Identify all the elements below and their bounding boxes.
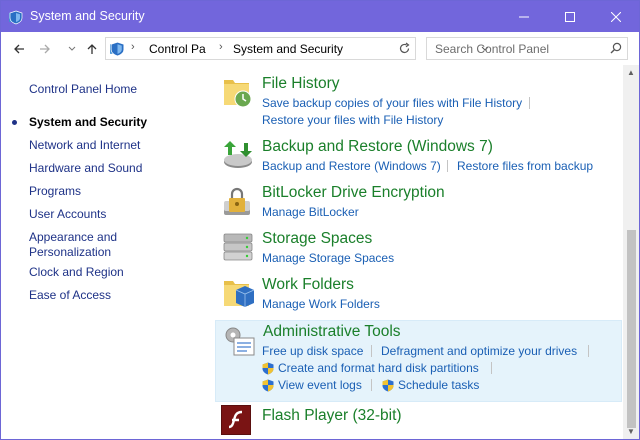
group-administrative-tools: Administrative Tools Free up disk space … bbox=[215, 320, 622, 402]
work-folders-icon bbox=[224, 281, 255, 307]
restore-files-link[interactable]: Restore your files with File History bbox=[262, 113, 443, 127]
nav-programs[interactable]: Programs bbox=[29, 184, 81, 199]
flash-player-icon bbox=[221, 405, 251, 435]
title-bar[interactable]: System and Security bbox=[1, 1, 639, 32]
nav-appearance-line2[interactable]: Personalization bbox=[29, 245, 111, 260]
maximize-button[interactable] bbox=[547, 1, 593, 32]
back-arrow-icon bbox=[14, 44, 24, 54]
left-navigation: Control Panel Home System and Security N… bbox=[1, 65, 211, 439]
administrative-tools-title[interactable]: Administrative Tools bbox=[263, 323, 401, 341]
refresh-icon[interactable] bbox=[398, 42, 411, 55]
search-input[interactable]: Search Control Panel bbox=[426, 37, 628, 60]
search-placeholder: Search Control Panel bbox=[435, 42, 550, 56]
up-button[interactable] bbox=[83, 40, 101, 58]
bitlocker-icon bbox=[224, 187, 250, 215]
control-panel-window: System and Security › Control Pa › Syste… bbox=[0, 0, 640, 440]
nav-system-and-security: System and Security bbox=[29, 115, 148, 129]
active-bullet-icon bbox=[12, 120, 17, 125]
recent-locations-button[interactable] bbox=[63, 40, 81, 58]
file-history-icon bbox=[224, 80, 252, 108]
nav-appearance-line1[interactable]: Appearance and bbox=[29, 230, 117, 245]
minimize-button[interactable] bbox=[501, 1, 547, 32]
file-history-title[interactable]: File History bbox=[262, 75, 340, 93]
nav-clock-and-region[interactable]: Clock and Region bbox=[29, 265, 124, 280]
storage-spaces-icon bbox=[223, 233, 253, 261]
back-button[interactable] bbox=[10, 40, 28, 58]
link-divider bbox=[371, 379, 372, 391]
storage-spaces-title[interactable]: Storage Spaces bbox=[262, 230, 372, 248]
breadcrumb-separator-icon[interactable]: › bbox=[131, 41, 135, 53]
breadcrumb-control-panel[interactable]: Control Pa bbox=[149, 42, 206, 56]
window-title: System and Security bbox=[30, 9, 145, 23]
defragment-drives-link[interactable]: Defragment and optimize your drives bbox=[381, 344, 577, 358]
link-divider bbox=[491, 362, 492, 374]
backup-restore-icon bbox=[224, 141, 252, 168]
main-content: File History Save backup copies of your … bbox=[211, 65, 624, 439]
uac-shield-icon bbox=[262, 362, 274, 375]
forward-button[interactable] bbox=[36, 40, 54, 58]
create-format-partitions-link[interactable]: Create and format hard disk partitions bbox=[278, 361, 479, 375]
manage-storage-spaces-link[interactable]: Manage Storage Spaces bbox=[262, 251, 394, 265]
link-divider bbox=[529, 97, 530, 109]
nav-control-panel-home[interactable]: Control Panel Home bbox=[29, 82, 137, 97]
backup-restore-title[interactable]: Backup and Restore (Windows 7) bbox=[262, 138, 493, 156]
group-storage-spaces: Storage Spaces Manage Storage Spaces bbox=[215, 227, 622, 271]
scroll-up-icon[interactable]: ▲ bbox=[627, 68, 635, 77]
forward-arrow-icon bbox=[40, 44, 50, 54]
address-bar[interactable]: › Control Pa › System and Security bbox=[105, 37, 489, 60]
group-backup-restore: Backup and Restore (Windows 7) Backup an… bbox=[215, 135, 622, 179]
backup-restore-link[interactable]: Backup and Restore (Windows 7) bbox=[262, 159, 441, 173]
link-divider bbox=[447, 160, 448, 172]
chevron-down-icon bbox=[68, 46, 76, 51]
group-file-history: File History Save backup copies of your … bbox=[215, 71, 622, 129]
uac-shield-icon bbox=[382, 379, 394, 392]
maximize-icon bbox=[565, 11, 575, 22]
breadcrumb-separator-icon[interactable]: › bbox=[219, 41, 223, 53]
link-divider bbox=[588, 345, 589, 357]
up-arrow-icon bbox=[87, 44, 97, 54]
scrollbar-thumb[interactable] bbox=[627, 230, 636, 428]
view-event-logs-link[interactable]: View event logs bbox=[278, 378, 362, 392]
work-folders-title[interactable]: Work Folders bbox=[262, 276, 354, 294]
save-backup-link[interactable]: Save backup copies of your files with Fi… bbox=[262, 96, 522, 110]
control-panel-icon bbox=[110, 41, 125, 57]
scroll-down-icon[interactable]: ▼ bbox=[627, 427, 635, 436]
close-button[interactable] bbox=[593, 1, 639, 32]
link-divider bbox=[371, 345, 372, 357]
group-work-folders: Work Folders Manage Work Folders bbox=[215, 273, 622, 317]
close-icon bbox=[611, 11, 621, 22]
breadcrumb-system-security[interactable]: System and Security bbox=[233, 42, 343, 56]
manage-work-folders-link[interactable]: Manage Work Folders bbox=[262, 297, 380, 311]
bitlocker-title[interactable]: BitLocker Drive Encryption bbox=[262, 184, 445, 202]
flash-player-title[interactable]: Flash Player (32-bit) bbox=[262, 407, 402, 425]
control-panel-shield-icon bbox=[9, 10, 23, 25]
nav-hardware-and-sound[interactable]: Hardware and Sound bbox=[29, 161, 142, 176]
free-disk-space-link[interactable]: Free up disk space bbox=[262, 344, 363, 358]
restore-from-backup-link[interactable]: Restore files from backup bbox=[457, 159, 593, 173]
vertical-scrollbar[interactable]: ▲ ▼ bbox=[623, 65, 639, 439]
minimize-icon bbox=[519, 16, 529, 17]
nav-user-accounts[interactable]: User Accounts bbox=[29, 207, 106, 222]
administrative-tools-icon bbox=[225, 327, 255, 356]
group-bitlocker: BitLocker Drive Encryption Manage BitLoc… bbox=[215, 181, 622, 225]
nav-ease-of-access[interactable]: Ease of Access bbox=[29, 288, 111, 303]
address-row: › Control Pa › System and Security Searc… bbox=[1, 32, 639, 65]
manage-bitlocker-link[interactable]: Manage BitLocker bbox=[262, 205, 359, 219]
group-flash-player: Flash Player (32-bit) bbox=[215, 403, 622, 439]
search-icon[interactable] bbox=[610, 42, 622, 54]
nav-network-and-internet[interactable]: Network and Internet bbox=[29, 138, 140, 153]
uac-shield-icon bbox=[262, 379, 274, 392]
schedule-tasks-link[interactable]: Schedule tasks bbox=[398, 378, 479, 392]
